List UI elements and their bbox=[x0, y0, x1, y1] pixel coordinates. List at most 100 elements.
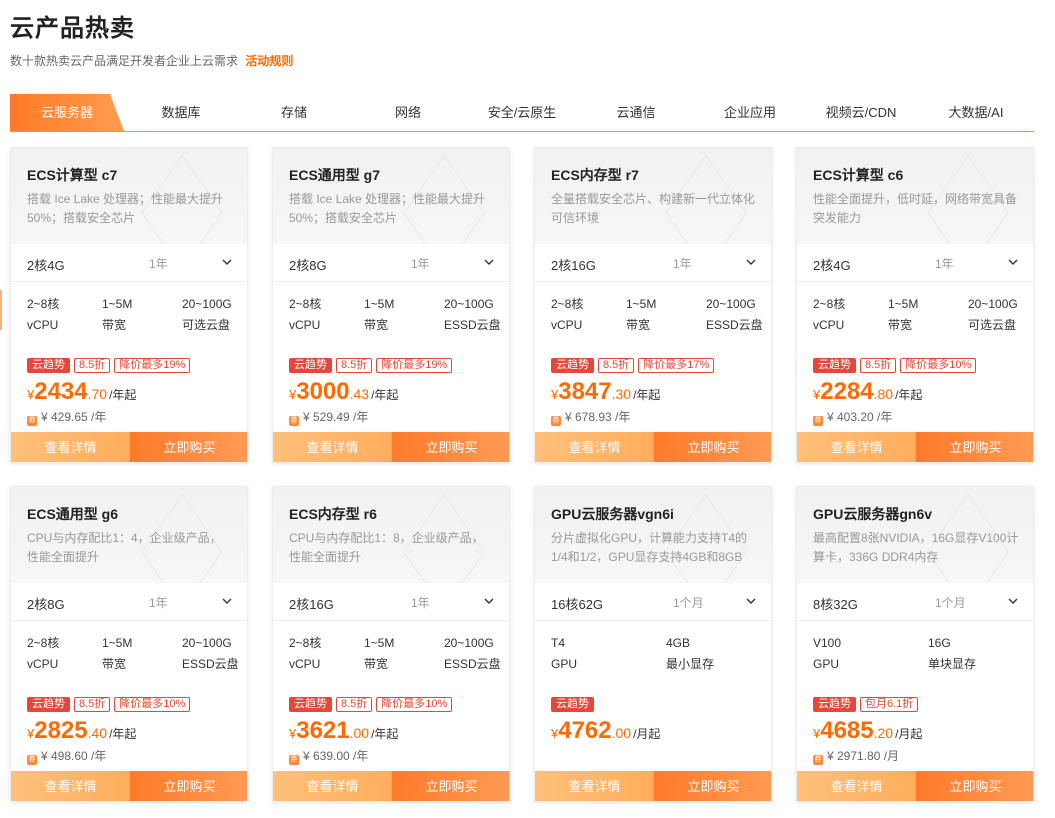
spec-label: 带宽 bbox=[888, 318, 913, 332]
tab-4[interactable]: 安全/云原生 bbox=[465, 94, 579, 131]
view-details-button[interactable]: 查看详情 bbox=[535, 432, 654, 462]
spec-label: 最小显存 bbox=[666, 657, 715, 671]
config-select[interactable]: 2核16G 1年 bbox=[535, 244, 771, 282]
spec-item: 1~5M 带宽 bbox=[102, 294, 132, 336]
buy-now-button[interactable]: 立即购买 bbox=[392, 771, 509, 801]
tab-7[interactable]: 视频云/CDN bbox=[804, 94, 918, 131]
buy-now-button[interactable]: 立即购买 bbox=[130, 771, 247, 801]
spec-value: 2~8核 bbox=[551, 297, 584, 311]
price-decimal: .00 bbox=[611, 725, 632, 741]
view-details-button[interactable]: 查看详情 bbox=[273, 771, 392, 801]
price: ¥4762.00/月起 bbox=[551, 717, 660, 745]
promo-tag: 包月6.1折 bbox=[860, 697, 919, 712]
tab-8[interactable]: 大数据/AI bbox=[919, 94, 1033, 131]
spec-label: vCPU bbox=[27, 318, 59, 332]
config-select[interactable]: 2核8G 1年 bbox=[11, 583, 247, 621]
price: ¥4685.20/月起 bbox=[813, 717, 922, 745]
original-price-text: ¥ 429.65 /年 bbox=[41, 410, 107, 424]
product-card: ECS通用型 g7 搭载 Ice Lake 处理器；性能最大提升50%；搭载安全芯… bbox=[272, 147, 510, 463]
card-header: ECS通用型 g7 搭载 Ice Lake 处理器；性能最大提升50%；搭载安全芯… bbox=[273, 148, 509, 272]
spec-item: 20~100G ESSD云盘 bbox=[182, 633, 239, 675]
spec-item: 1~5M 带宽 bbox=[102, 633, 132, 675]
side-scroll-marker bbox=[0, 290, 2, 330]
buy-now-button[interactable]: 立即购买 bbox=[654, 771, 771, 801]
buy-now-button[interactable]: 立即购买 bbox=[130, 432, 247, 462]
promo-tag: 降价最多10% bbox=[900, 358, 977, 373]
spec-label: 带宽 bbox=[364, 318, 389, 332]
original-price: 券 ¥ 403.20 /年 bbox=[813, 408, 892, 426]
config-select[interactable]: 2核4G 1年 bbox=[11, 244, 247, 282]
spec-value: 2~8核 bbox=[27, 636, 60, 650]
spec-item: V100 GPU bbox=[813, 633, 841, 675]
chevron-down-icon bbox=[483, 595, 495, 607]
price: ¥2284.80/年起 bbox=[813, 378, 922, 406]
config-select[interactable]: 2核16G 1年 bbox=[273, 583, 509, 621]
promo-tag: 降价最多19% bbox=[114, 358, 191, 373]
tab-1[interactable]: 数据库 bbox=[124, 94, 238, 131]
config-select[interactable]: 2核4G 1年 bbox=[797, 244, 1033, 282]
config-value: 2核8G bbox=[27, 597, 65, 612]
promo-tag: 云趋势 bbox=[551, 358, 594, 373]
card-header: ECS内存型 r7 全量搭载安全芯片、构建新一代立体化可信环境 bbox=[535, 148, 771, 272]
view-details-button[interactable]: 查看详情 bbox=[797, 432, 916, 462]
spec-label: 可选云盘 bbox=[182, 318, 231, 332]
buy-now-button[interactable]: 立即购买 bbox=[392, 432, 509, 462]
coupon-icon: 券 bbox=[551, 416, 561, 426]
chevron-down-icon bbox=[221, 256, 233, 268]
view-details-button[interactable]: 查看详情 bbox=[797, 771, 916, 801]
spec-label: 带宽 bbox=[626, 318, 651, 332]
config-select[interactable]: 16核62G 1个月 bbox=[535, 583, 771, 621]
chevron-down-icon bbox=[745, 256, 757, 268]
spec-value: V100 bbox=[813, 636, 842, 650]
spec-item: 20~100G ESSD云盘 bbox=[444, 294, 501, 336]
view-details-button[interactable]: 查看详情 bbox=[11, 771, 130, 801]
spec-label: ESSD云盘 bbox=[182, 657, 239, 671]
chevron-down-icon bbox=[745, 595, 757, 607]
period-value: 1年 bbox=[411, 257, 430, 271]
promo-tags: 云趋势 bbox=[551, 697, 598, 713]
tab-label: 视频云/CDN bbox=[825, 105, 897, 120]
spec-item: 20~100G ESSD云盘 bbox=[706, 294, 763, 336]
view-details-button[interactable]: 查看详情 bbox=[535, 771, 654, 801]
coupon-icon: 券 bbox=[289, 416, 299, 426]
tab-5[interactable]: 云通信 bbox=[579, 94, 693, 131]
rules-link[interactable]: 活动规则 bbox=[245, 54, 293, 68]
price-integer: 4685 bbox=[820, 717, 874, 744]
promo-tag: 云趋势 bbox=[813, 358, 856, 373]
config-select[interactable]: 8核32G 1个月 bbox=[797, 583, 1033, 621]
price: ¥3621.00/年起 bbox=[289, 717, 398, 745]
product-description: 全量搭载安全芯片、构建新一代立体化可信环境 bbox=[551, 192, 756, 225]
spec-label: 单块显存 bbox=[928, 657, 977, 671]
tab-0[interactable]: 云服务器 bbox=[10, 94, 124, 131]
spec-value: 20~100G bbox=[182, 297, 232, 311]
config-select[interactable]: 2核8G 1年 bbox=[273, 244, 509, 282]
config-value: 2核16G bbox=[551, 258, 596, 273]
buy-now-button[interactable]: 立即购买 bbox=[916, 432, 1033, 462]
view-details-button[interactable]: 查看详情 bbox=[11, 432, 130, 462]
tab-2[interactable]: 存储 bbox=[237, 94, 351, 131]
config-value: 2核4G bbox=[27, 258, 65, 273]
price-decimal: .00 bbox=[349, 725, 370, 741]
tab-6[interactable]: 企业应用 bbox=[693, 94, 807, 131]
tab-label: 数据库 bbox=[161, 105, 201, 120]
buy-now-button[interactable]: 立即购买 bbox=[916, 771, 1033, 801]
original-price: 券 ¥ 498.60 /年 bbox=[27, 747, 106, 765]
coupon-icon: 券 bbox=[813, 416, 823, 426]
original-price: 券 ¥ 429.65 /年 bbox=[27, 408, 106, 426]
product-description: 最高配置8张NVIDIA，16G显存V100计算卡，336G DDR4内存 bbox=[813, 531, 1019, 564]
card-header: GPU云服务器gn6v 最高配置8张NVIDIA，16G显存V100计算卡，336… bbox=[797, 487, 1033, 611]
spec-value: 1~5M bbox=[364, 297, 395, 311]
card-header: GPU云服务器vgn6i 分片虚拟化GPU，计算能力支持T4的1/4和1/2，GP… bbox=[535, 487, 771, 611]
original-price: 券 ¥ 678.93 /年 bbox=[551, 408, 630, 426]
view-details-button[interactable]: 查看详情 bbox=[273, 432, 392, 462]
buy-now-button[interactable]: 立即购买 bbox=[654, 432, 771, 462]
promo-tag: 云趋势 bbox=[813, 697, 856, 712]
spec-item: 20~100G 可选云盘 bbox=[968, 294, 1018, 336]
price-unit: /年起 bbox=[895, 388, 923, 402]
spec-label: vCPU bbox=[813, 318, 845, 332]
category-tabs: 云服务器 数据库 存储 网络 安全/云原生 云通信 企业应用 视频云/CDN 大数据/AI bbox=[10, 94, 1034, 132]
spec-item: 2~8核 vCPU bbox=[289, 294, 321, 336]
tab-3[interactable]: 网络 bbox=[351, 94, 465, 131]
spec-label: 带宽 bbox=[364, 657, 389, 671]
spec-item: T4 GPU bbox=[551, 633, 577, 675]
